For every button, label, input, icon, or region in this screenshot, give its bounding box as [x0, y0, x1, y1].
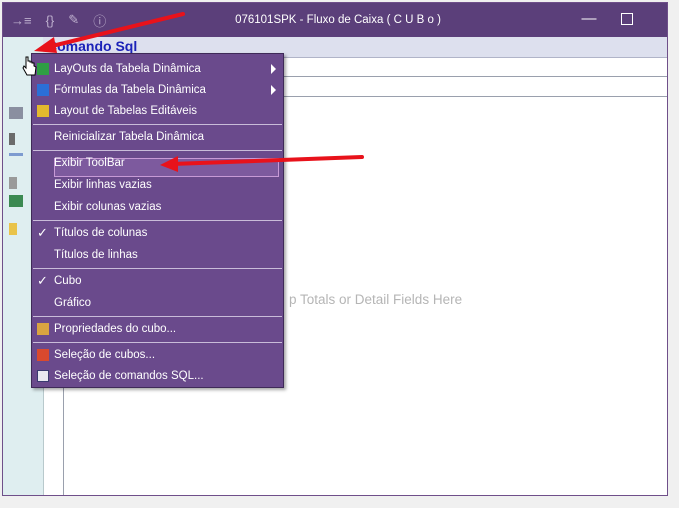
menu-item-label: Exibir ToolBar	[54, 157, 125, 169]
menu-item-label: Fórmulas da Tabela Dinâmica	[54, 84, 206, 96]
properties-icon	[37, 323, 49, 335]
menu-item-label: Layout de Tabelas Editáveis	[54, 105, 197, 117]
tool-icon-3[interactable]	[9, 195, 23, 207]
sql-icon	[37, 370, 49, 382]
menu-item-show-empty-columns[interactable]: Exibir colunas vazias	[32, 197, 283, 217]
menu-item-label: Reinicializar Tabela Dinâmica	[54, 131, 204, 143]
editable-tables-icon	[37, 105, 49, 117]
menu-separator	[33, 316, 282, 317]
menu-item-label: LayOuts da Tabela Dinâmica	[54, 63, 201, 75]
menu-item-label: Seleção de comandos SQL...	[54, 370, 204, 382]
divider-icon	[9, 153, 23, 156]
maximize-button[interactable]	[607, 3, 647, 37]
menu-item-cube[interactable]: ✓ Cubo	[32, 271, 283, 291]
folder-icon[interactable]	[9, 223, 17, 235]
window-title: 076101SPK - Fluxo de Caixa ( C U B o )	[235, 14, 441, 26]
menu-item-cube-properties[interactable]: Propriedades do cubo...	[32, 319, 283, 339]
menu-separator	[33, 220, 282, 221]
menu-item-label: Títulos de linhas	[54, 249, 138, 261]
menu-item-chart[interactable]: Gráfico	[32, 293, 283, 313]
tool-icon[interactable]	[9, 107, 23, 119]
checkmark-icon: ✓	[37, 225, 48, 240]
title-bar: →≡ {} ✎ ⓘ 076101SPK - Fluxo de Caixa ( C…	[3, 3, 667, 37]
menu-item-column-titles[interactable]: ✓ Títulos de colunas	[32, 223, 283, 243]
menu-separator	[33, 342, 282, 343]
wrench-icon[interactable]: ✎	[68, 12, 79, 28]
title-bar-icons: →≡ {} ✎ ⓘ	[11, 3, 106, 37]
menu-item-label: Seleção de cubos...	[54, 349, 156, 361]
minimize-button[interactable]: —	[569, 3, 609, 37]
checkmark-icon: ✓	[37, 273, 48, 288]
menu-item-reset-pivot[interactable]: Reinicializar Tabela Dinâmica	[32, 127, 283, 147]
drop-hint: p Totals or Detail Fields Here	[289, 292, 463, 307]
menu-item-formulas[interactable]: Fórmulas da Tabela Dinâmica	[32, 80, 283, 100]
menu-item-show-empty-rows[interactable]: Exibir linhas vazias	[32, 175, 283, 195]
bracket-icon[interactable]	[9, 133, 15, 145]
menu-item-cube-selection[interactable]: Seleção de cubos...	[32, 345, 283, 365]
menu-item-label: Títulos de colunas	[54, 227, 148, 239]
menu-item-label: Exibir colunas vazias	[54, 201, 162, 213]
menu-item-sql-selection[interactable]: Seleção de comandos SQL...	[32, 366, 283, 386]
maximize-icon	[621, 13, 633, 26]
menu-item-editable-tables[interactable]: Layout de Tabelas Editáveis	[32, 101, 283, 121]
pin-icon[interactable]: →≡	[11, 13, 32, 28]
menu-item-label: Exibir linhas vazias	[54, 179, 152, 191]
menu-item-show-toolbar[interactable]: Exibir ToolBar	[32, 153, 283, 173]
menu-item-label: Cubo	[54, 275, 82, 287]
info-icon[interactable]: ⓘ	[93, 11, 106, 30]
braces-icon[interactable]: {}	[46, 13, 55, 28]
submenu-arrow-icon	[271, 85, 276, 95]
menu-separator	[33, 150, 282, 151]
menu-item-label: Gráfico	[54, 297, 92, 309]
formulas-icon	[37, 84, 49, 96]
hand-cursor-icon	[22, 56, 37, 76]
context-menu: LayOuts da Tabela Dinâmica Fórmulas da T…	[31, 53, 284, 388]
tool-icon-2[interactable]	[9, 177, 17, 189]
menu-separator	[33, 268, 282, 269]
submenu-arrow-icon	[271, 64, 276, 74]
menu-item-label: Propriedades do cubo...	[54, 323, 177, 335]
cube-selection-icon	[37, 349, 49, 361]
menu-separator	[33, 124, 282, 125]
menu-item-row-titles[interactable]: Títulos de linhas	[32, 245, 283, 265]
menu-item-layouts[interactable]: LayOuts da Tabela Dinâmica	[32, 59, 283, 79]
panel-title: Comando Sql	[47, 38, 138, 54]
